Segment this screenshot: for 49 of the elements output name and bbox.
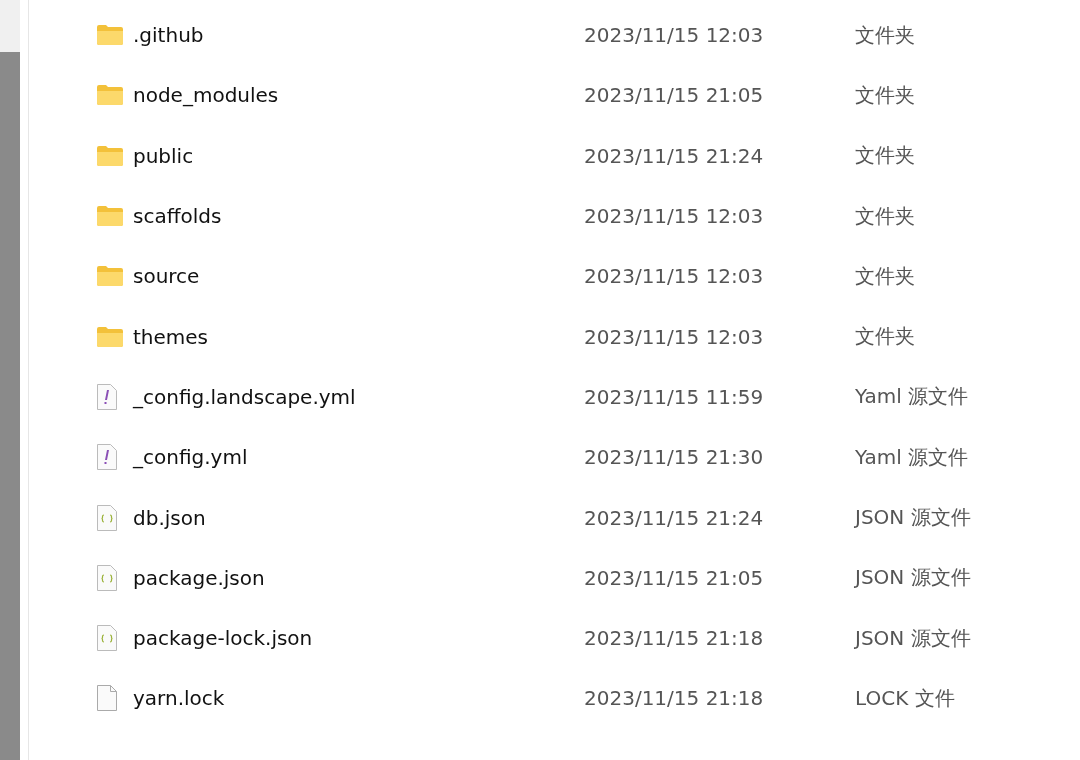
file-name[interactable]: source [133, 264, 584, 289]
folder-icon [97, 145, 123, 166]
file-type: JSON 源文件 [855, 504, 971, 531]
file-type: Yaml 源文件 [855, 443, 969, 471]
file-name[interactable]: _config.yml [133, 445, 584, 470]
modified-date: 2023/11/15 21:30 [584, 445, 765, 470]
modified-date: 2023/11/15 21:24 [584, 143, 765, 168]
file-type: 文件夹 [855, 262, 915, 290]
file-type: 文件夹 [855, 323, 915, 351]
file-name[interactable]: yarn.lock [133, 686, 584, 711]
modified-date: 2023/11/15 12:03 [584, 324, 765, 349]
modified-date: 2023/11/15 12:03 [584, 204, 765, 229]
modified-date: 2023/11/15 21:24 [584, 505, 765, 530]
exclamation-file-icon [97, 444, 117, 471]
braces-file-icon [97, 625, 117, 652]
folder-icon [97, 85, 123, 106]
file-type: LOCK 文件 [855, 684, 955, 712]
file-name[interactable]: db.json [133, 505, 584, 530]
file-name[interactable]: scaffolds [133, 204, 584, 229]
file-type: 文件夹 [855, 202, 915, 230]
file-type: JSON 源文件 [855, 564, 971, 592]
modified-date: 2023/11/15 21:05 [584, 83, 765, 108]
folder-icon [97, 206, 123, 227]
file-name[interactable]: package-lock.json [133, 626, 584, 651]
file-type: 文件夹 [855, 21, 915, 49]
file-name[interactable]: node_modules [133, 83, 584, 108]
file-type: 文件夹 [855, 81, 915, 109]
modified-date: 2023/11/15 21:05 [584, 565, 765, 590]
file-type: Yaml 源文件 [855, 383, 969, 411]
folder-icon [97, 266, 123, 287]
file-name[interactable]: .github [133, 23, 584, 48]
file-name[interactable]: _config.landscape.yml [133, 384, 584, 409]
file-name[interactable]: public [133, 143, 584, 168]
exclamation-file-icon [97, 383, 117, 410]
modified-date: 2023/11/15 11:59 [584, 384, 765, 409]
braces-file-icon [97, 564, 117, 591]
file-type: 文件夹 [855, 142, 915, 170]
modified-date: 2023/11/15 12:03 [584, 264, 765, 289]
file-name[interactable]: themes [133, 324, 584, 349]
modified-date: 2023/11/15 21:18 [584, 626, 765, 651]
braces-file-icon [97, 504, 117, 531]
scroll-bar[interactable] [0, 52, 20, 760]
blank-file-icon [97, 685, 117, 712]
modified-date: 2023/11/15 21:18 [584, 686, 765, 711]
file-type: JSON 源文件 [855, 624, 971, 652]
folder-icon [97, 25, 123, 46]
modified-date: 2023/11/15 12:03 [584, 23, 765, 48]
folder-icon [97, 326, 123, 347]
file-name[interactable]: package.json [133, 565, 584, 590]
